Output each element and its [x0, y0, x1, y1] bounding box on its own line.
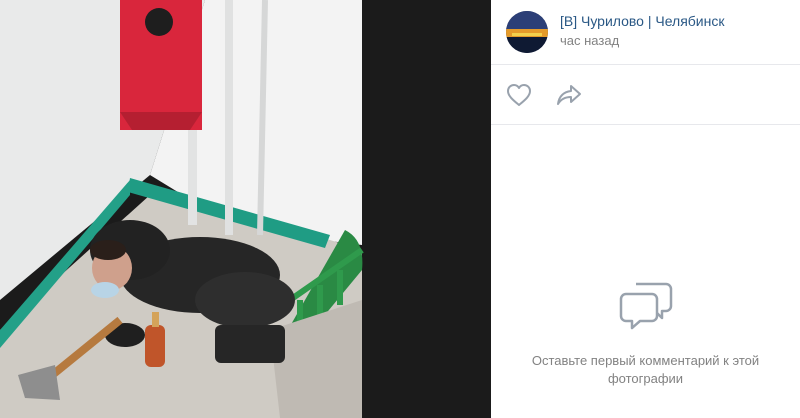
- action-bar: [491, 65, 800, 125]
- heart-icon: [507, 83, 531, 106]
- post-meta: [В] Чурилово | Челябинск час назад: [560, 12, 724, 50]
- side-panel: [В] Чурилово | Челябинск час назад Остав…: [491, 0, 800, 418]
- group-name-link[interactable]: [В] Чурилово | Челябинск: [560, 12, 724, 30]
- post-time[interactable]: час назад: [560, 32, 724, 50]
- like-button[interactable]: [505, 81, 533, 109]
- share-arrow-icon: [557, 84, 581, 105]
- comments-empty-state: Оставьте первый комментарий к этой фотог…: [491, 280, 800, 388]
- empty-comments-text: Оставьте первый комментарий к этой фотог…: [531, 353, 760, 386]
- comment-bubbles-icon: [619, 282, 672, 330]
- photo: [0, 0, 491, 418]
- group-avatar[interactable]: [506, 11, 548, 53]
- share-button[interactable]: [555, 81, 583, 109]
- post-header: [В] Чурилово | Челябинск час назад: [491, 0, 800, 65]
- photo-viewer[interactable]: [0, 0, 491, 418]
